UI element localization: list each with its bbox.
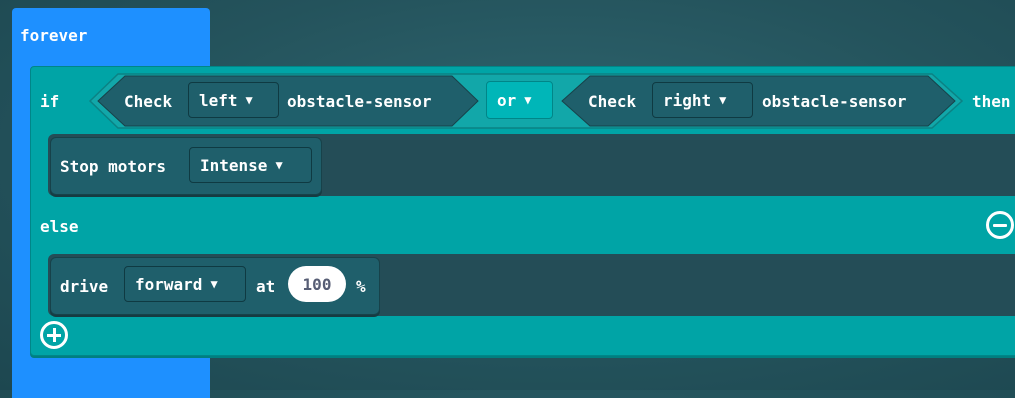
direction-value: forward <box>135 274 203 294</box>
direction-dropdown[interactable]: forward ▼ <box>124 266 246 302</box>
minus-circle-icon[interactable] <box>986 211 1014 239</box>
right-side-dropdown[interactable]: right ▼ <box>652 82 753 118</box>
speed-input[interactable]: 100 <box>288 266 346 302</box>
caret-down-icon: ▼ <box>210 277 218 291</box>
caret-down-icon: ▼ <box>719 93 727 107</box>
stop-mode-value: Intense <box>200 155 268 175</box>
right-side-value: right <box>663 90 712 110</box>
else-label: else <box>40 217 79 236</box>
caret-down-icon: ▼ <box>275 158 283 172</box>
check-right-label: Check <box>588 92 637 111</box>
percent-unit: % <box>356 277 366 296</box>
drive-label: drive <box>60 277 109 296</box>
plus-circle-icon[interactable] <box>40 321 68 349</box>
then-label: then <box>972 92 1011 111</box>
forever-label: forever <box>20 26 88 45</box>
stop-mode-dropdown[interactable]: Intense ▼ <box>189 147 312 183</box>
right-sensor-label: obstacle-sensor <box>762 92 907 111</box>
stop-motors-label: Stop motors <box>60 157 166 176</box>
at-label: at <box>256 277 276 296</box>
